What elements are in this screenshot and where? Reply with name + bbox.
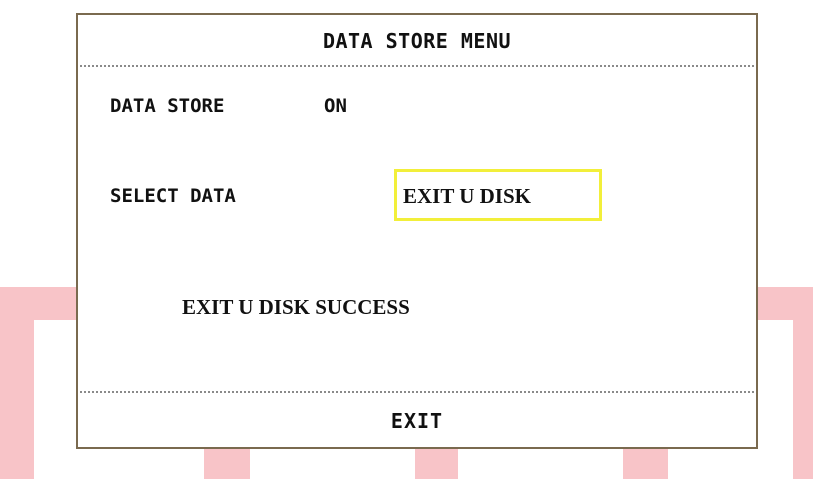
footer-divider <box>80 391 754 393</box>
dialog-title: DATA STORE MENU <box>322 29 512 53</box>
title-divider <box>80 65 754 67</box>
exit-button[interactable]: EXIT <box>78 395 756 447</box>
select-data-value: EXIT U DISK <box>403 184 531 208</box>
data-store-value[interactable]: ON <box>324 95 347 117</box>
data-store-menu-dialog: DATA STORE MENU DATA STORE ON SELECT DAT… <box>76 13 758 449</box>
select-data-selector[interactable]: EXIT U DISK <box>394 169 602 221</box>
data-store-label: DATA STORE <box>110 95 225 117</box>
status-message: EXIT U DISK SUCCESS <box>182 295 410 319</box>
select-data-label: SELECT DATA <box>110 185 236 207</box>
